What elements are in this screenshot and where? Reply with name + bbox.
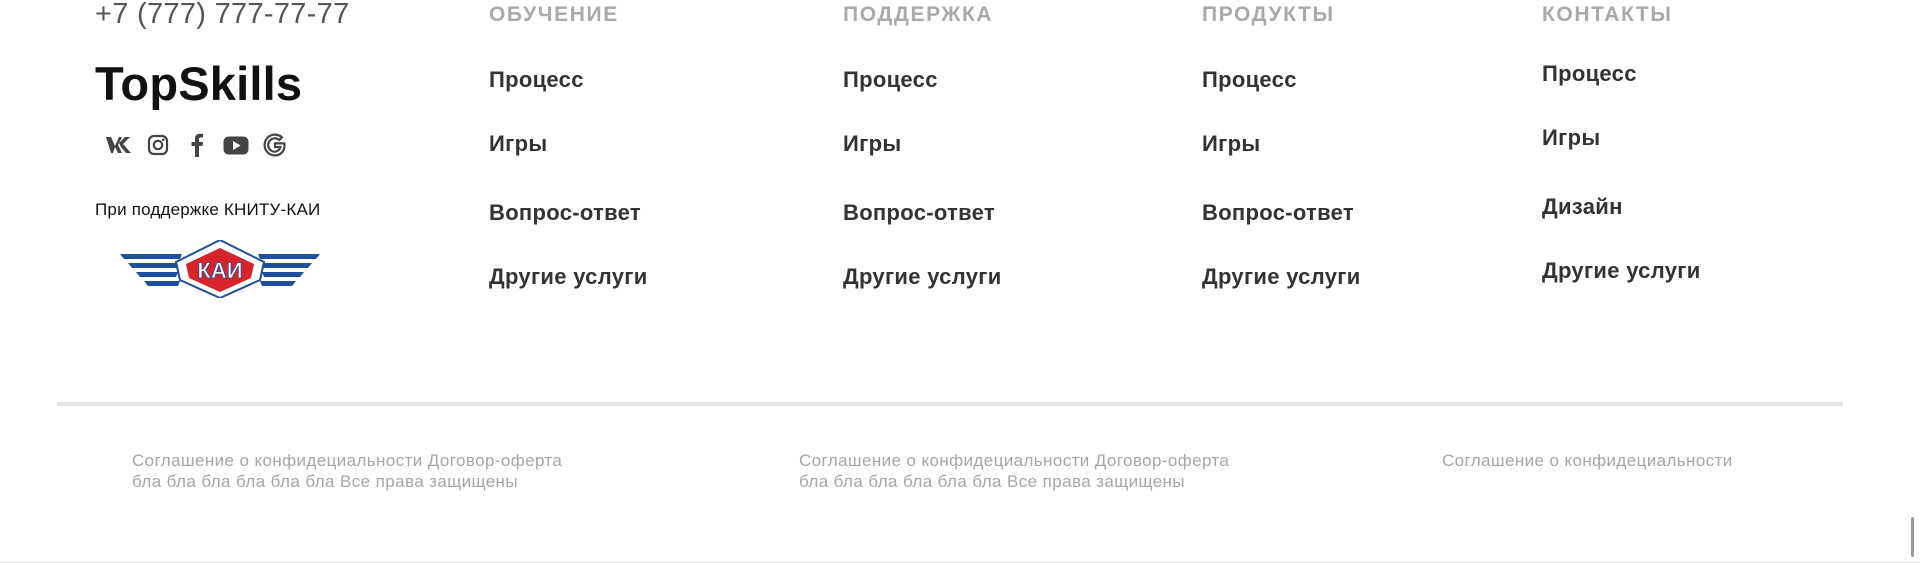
nav-link[interactable]: Процесс [1542, 61, 1637, 87]
nav-link[interactable]: Другие услуги [843, 264, 1002, 290]
kai-logo[interactable]: КАИ [120, 238, 320, 303]
legal-block: Соглашение о конфидециальности Договор-о… [132, 450, 562, 492]
nav-link[interactable]: Процесс [1202, 67, 1297, 93]
nav-link[interactable]: Другие услуги [489, 264, 648, 290]
nav-link[interactable]: Дизайн [1542, 194, 1623, 220]
kai-logo-text: КАИ [197, 258, 242, 283]
vk-icon[interactable] [104, 130, 134, 160]
nav-link[interactable]: Другие услуги [1202, 264, 1361, 290]
brand-logo-text[interactable]: TopSkills [95, 56, 302, 111]
nav-link[interactable]: Процесс [489, 67, 584, 93]
legal-link-line[interactable]: Соглашение о конфидециальности Договор-о… [132, 451, 562, 470]
instagram-icon[interactable] [143, 130, 173, 160]
footer-divider [57, 402, 1843, 406]
phone-number[interactable]: +7 (777) 777-77-77 [95, 0, 350, 31]
google-icon[interactable] [260, 130, 290, 160]
nav-link[interactable]: Игры [1542, 125, 1600, 151]
social-links [104, 130, 299, 160]
nav-heading-products: ПРОДУКТЫ [1202, 3, 1335, 26]
nav-link[interactable]: Процесс [843, 67, 938, 93]
scrollbar-thumb[interactable] [1911, 517, 1914, 557]
nav-heading-contacts: КОНТАКТЫ [1542, 3, 1673, 26]
support-text: При поддержке КНИТУ-КАИ [95, 200, 321, 219]
nav-heading-support: ПОДДЕРЖКА [843, 3, 994, 26]
nav-link[interactable]: Вопрос-ответ [489, 200, 641, 226]
youtube-icon[interactable] [221, 130, 251, 160]
nav-link[interactable]: Игры [843, 131, 901, 157]
nav-link[interactable]: Другие услуги [1542, 258, 1701, 284]
facebook-icon[interactable] [182, 130, 212, 160]
nav-heading-education: ОБУЧЕНИЕ [489, 3, 619, 26]
legal-text-line: бла бла бла бла бла бла Все права защище… [132, 472, 518, 491]
nav-link[interactable]: Вопрос-ответ [843, 200, 995, 226]
legal-block: Соглашение о конфидециальности [1442, 450, 1733, 471]
nav-link[interactable]: Игры [489, 131, 547, 157]
nav-link[interactable]: Игры [1202, 131, 1260, 157]
legal-text-line: бла бла бла бла бла бла Все права защище… [799, 472, 1185, 491]
privacy-policy-link[interactable]: Соглашение о конфидециальности [1442, 451, 1733, 470]
legal-block: Соглашение о конфидециальности Договор-о… [799, 450, 1229, 492]
nav-link[interactable]: Вопрос-ответ [1202, 200, 1354, 226]
legal-link-line[interactable]: Соглашение о конфидециальности Договор-о… [799, 451, 1229, 470]
